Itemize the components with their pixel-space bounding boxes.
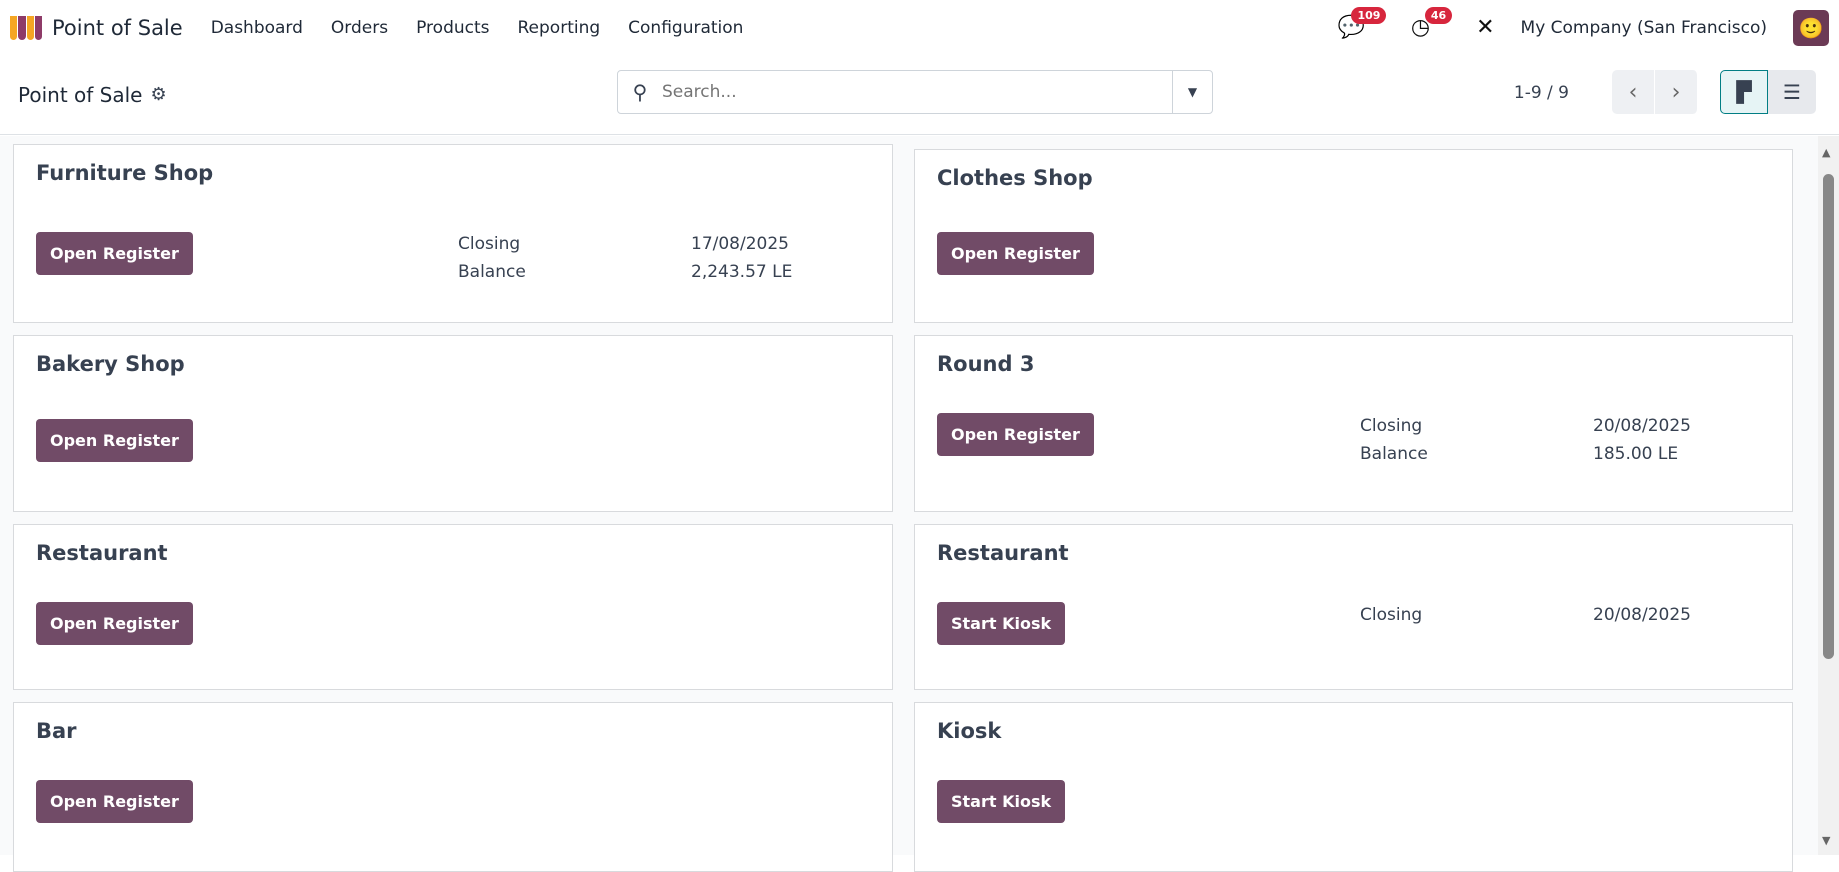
balance-value: 185.00 LE	[1593, 444, 1679, 464]
messages-button[interactable]: 💬 109	[1337, 7, 1387, 40]
search-input[interactable]	[662, 82, 1172, 102]
menu-orders[interactable]: Orders	[331, 18, 388, 38]
company-switcher[interactable]: My Company (San Francisco)	[1521, 18, 1767, 38]
open-register-button[interactable]: Open Register	[36, 602, 193, 645]
pos-card: Restaurant Open Register	[13, 524, 893, 690]
scrollbar[interactable]: ▲ ▼	[1818, 136, 1839, 855]
pos-card: Clothes Shop Open Register	[914, 149, 1793, 323]
search-bar: ⚲ ▼	[617, 70, 1213, 114]
scroll-up-icon[interactable]: ▲	[1822, 146, 1830, 159]
kanban-area: Furniture Shop Open Register Closing 17/0…	[0, 136, 1818, 872]
pager-previous-button[interactable]: ‹	[1612, 70, 1655, 114]
closing-date: 17/08/2025	[691, 234, 789, 254]
pos-card: Restaurant Start Kiosk Closing 20/08/2025	[914, 524, 1793, 690]
closing-label: Closing	[458, 234, 521, 254]
control-panel: Point of Sale ⚙ ⚲ ▼ 1-9 / 9 ‹› ▛☰	[0, 55, 1839, 135]
pos-logo-icon[interactable]	[10, 15, 42, 40]
list-view-button[interactable]: ☰	[1768, 70, 1816, 114]
balance-value: 2,243.57 LE	[691, 262, 793, 282]
card-title: Bar	[36, 719, 77, 743]
pager-next-button[interactable]: ›	[1655, 70, 1698, 114]
gear-icon[interactable]: ⚙	[150, 84, 166, 105]
balance-label: Balance	[458, 262, 526, 282]
balance-label: Balance	[1360, 444, 1428, 464]
search-icon: ⚲	[632, 80, 648, 104]
card-title: Restaurant	[36, 541, 168, 565]
pager-value[interactable]: 1-9 / 9	[1514, 83, 1569, 103]
search-options-toggle[interactable]: ▼	[1172, 71, 1212, 113]
menu-dashboard[interactable]: Dashboard	[211, 18, 303, 38]
menu-reporting[interactable]: Reporting	[518, 18, 601, 38]
pos-card: Round 3 Open Register Closing 20/08/2025 B…	[914, 335, 1793, 512]
open-register-button[interactable]: Open Register	[36, 780, 193, 823]
pos-card: Furniture Shop Open Register Closing 17/0…	[13, 144, 893, 323]
card-title: Kiosk	[937, 719, 1002, 743]
open-register-button[interactable]: Open Register	[937, 232, 1094, 275]
open-register-button[interactable]: Open Register	[36, 419, 193, 462]
app-name[interactable]: Point of Sale	[52, 16, 183, 40]
open-register-button[interactable]: Open Register	[937, 413, 1094, 456]
card-title: Round 3	[937, 352, 1035, 376]
closing-date: 20/08/2025	[1593, 605, 1691, 625]
open-register-button[interactable]: Open Register	[36, 232, 193, 275]
menu-configuration[interactable]: Configuration	[628, 18, 743, 38]
pos-card: Bar Open Register	[13, 702, 893, 872]
closing-label: Closing	[1360, 416, 1423, 436]
scrollbar-thumb[interactable]	[1823, 174, 1834, 659]
card-title: Furniture Shop	[36, 161, 214, 185]
pos-card: Bakery Shop Open Register	[13, 335, 893, 512]
closing-date: 20/08/2025	[1593, 416, 1691, 436]
pos-card: Kiosk Start Kiosk	[914, 702, 1793, 872]
top-navbar: Point of Sale Dashboard Orders Products …	[0, 0, 1839, 55]
activities-badge: 46	[1424, 7, 1453, 24]
menu-products[interactable]: Products	[416, 18, 489, 38]
card-title: Bakery Shop	[36, 352, 185, 376]
user-avatar[interactable]: 🙂	[1793, 9, 1829, 46]
debug-tools-icon[interactable]: ✕	[1476, 15, 1494, 40]
kanban-view-button[interactable]: ▛	[1720, 70, 1768, 114]
messages-badge: 109	[1351, 7, 1387, 24]
activities-button[interactable]: ◷ 46	[1411, 7, 1453, 40]
scroll-down-icon[interactable]: ▼	[1822, 834, 1830, 847]
card-title: Restaurant	[937, 541, 1069, 565]
start-kiosk-button[interactable]: Start Kiosk	[937, 602, 1066, 645]
page-title: Point of Sale	[18, 82, 143, 107]
start-kiosk-button[interactable]: Start Kiosk	[937, 780, 1066, 823]
closing-label: Closing	[1360, 605, 1423, 625]
card-title: Clothes Shop	[937, 166, 1093, 190]
